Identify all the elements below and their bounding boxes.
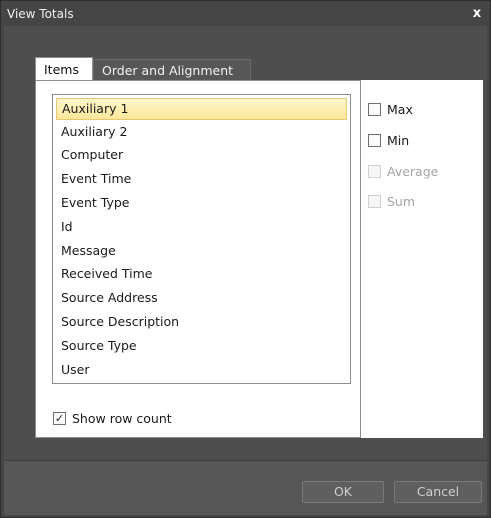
- tab-items[interactable]: Items: [35, 57, 93, 81]
- show-row-count-checkbox[interactable]: ✓: [53, 412, 66, 425]
- title-bar[interactable]: View Totals x: [1, 1, 490, 27]
- list-item[interactable]: User: [56, 359, 347, 381]
- list-item[interactable]: Message: [56, 240, 347, 262]
- items-listbox[interactable]: Auxiliary 1 Auxiliary 2 Computer Event T…: [52, 94, 351, 384]
- cancel-button[interactable]: Cancel: [394, 481, 482, 503]
- list-item[interactable]: Event Type: [56, 192, 347, 214]
- list-item[interactable]: Auxiliary 2: [56, 121, 347, 143]
- sum-checkbox: [368, 195, 381, 208]
- list-item[interactable]: Computer: [56, 144, 347, 166]
- min-checkbox[interactable]: [368, 134, 381, 147]
- sum-label: Sum: [387, 194, 416, 209]
- list-item[interactable]: Source Description: [56, 311, 347, 333]
- list-item[interactable]: Auxiliary 1: [56, 98, 347, 120]
- list-item[interactable]: Source Type: [56, 335, 347, 357]
- list-item[interactable]: Received Time: [56, 263, 347, 285]
- ok-button[interactable]: OK: [302, 481, 384, 503]
- show-row-count-label: Show row count: [72, 411, 172, 426]
- average-label: Average: [387, 164, 439, 179]
- list-item[interactable]: Source Address: [56, 287, 347, 309]
- dialog-title: View Totals: [7, 7, 74, 21]
- min-label: Min: [387, 133, 410, 148]
- list-item[interactable]: Id: [56, 216, 347, 238]
- max-label: Max: [387, 102, 413, 117]
- close-icon[interactable]: x: [470, 1, 484, 27]
- max-checkbox[interactable]: [368, 103, 381, 116]
- list-item[interactable]: Event Time: [56, 168, 347, 190]
- average-checkbox: [368, 165, 381, 178]
- tab-order-and-alignment[interactable]: Order and Alignment: [93, 59, 251, 80]
